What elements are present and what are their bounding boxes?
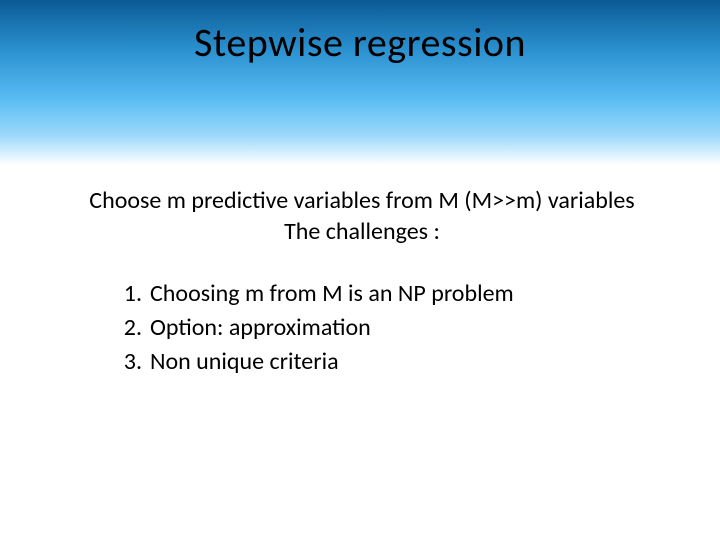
intro-block: Choose m predictive variables from M (M>…: [26, 185, 694, 247]
slide-header: Stepwise regression: [0, 0, 720, 165]
challenge-list: Choosing m from M is an NP problem Optio…: [114, 277, 694, 378]
slide-body: Choose m predictive variables from M (M>…: [0, 165, 720, 378]
intro-line-1: Choose m predictive variables from M (M>…: [89, 186, 634, 215]
list-item: Choosing m from M is an NP problem: [114, 277, 694, 311]
list-item: Non unique criteria: [114, 345, 694, 379]
list-item: Option: approximation: [114, 311, 694, 345]
intro-line-2: The challenges :: [284, 217, 440, 246]
slide-title: Stepwise regression: [194, 18, 526, 67]
